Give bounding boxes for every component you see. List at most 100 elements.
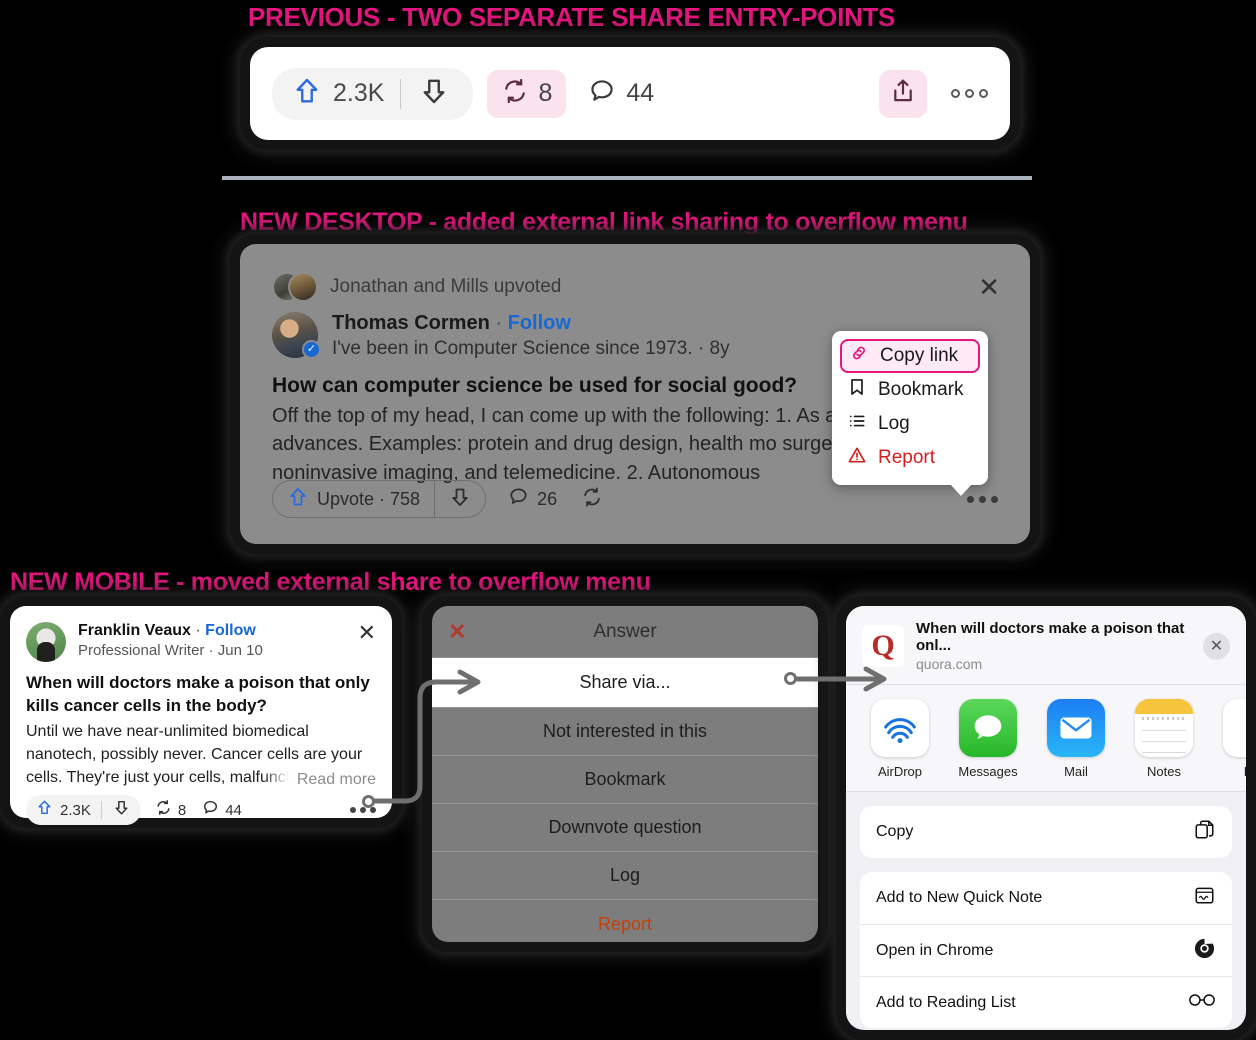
downvote-arrow-icon bbox=[113, 799, 130, 821]
share-target-label: AirDrop bbox=[877, 764, 923, 779]
author-bio: I've been in Computer Science since 1973… bbox=[332, 338, 730, 359]
upvote-button[interactable]: 2.3K bbox=[278, 68, 400, 120]
upvote-button[interactable]: Upvote · 758 bbox=[273, 486, 434, 513]
mobile-overflow-menu-card: ✕ Answer Share via... Not interested in … bbox=[432, 606, 818, 942]
share-target-label: Mail bbox=[1064, 764, 1088, 779]
close-icon[interactable]: ✕ bbox=[1203, 632, 1230, 660]
menu-item-not-interested[interactable]: Not interested in this bbox=[432, 708, 818, 756]
more-horizontal-icon[interactable] bbox=[967, 495, 998, 503]
share-target-label: Notes bbox=[1147, 764, 1181, 779]
heading-previous: PREVIOUS - TWO SEPARATE SHARE ENTRY-POIN… bbox=[248, 2, 896, 32]
upvote-arrow-icon bbox=[287, 486, 309, 513]
comment-button[interactable]: 44 bbox=[588, 77, 654, 110]
share-action-open-in-chrome[interactable]: Open in Chrome bbox=[860, 924, 1232, 976]
repost-count: 8 bbox=[177, 801, 187, 819]
repost-button[interactable] bbox=[581, 486, 603, 513]
downvote-button[interactable] bbox=[102, 799, 141, 821]
vote-pill: 2.3K bbox=[272, 67, 474, 120]
downvote-button[interactable] bbox=[401, 76, 467, 111]
dot bbox=[370, 807, 376, 814]
share-target-reminders[interactable]: Re bbox=[1216, 699, 1246, 779]
close-icon[interactable]: ✕ bbox=[358, 622, 376, 644]
more-horizontal-icon[interactable] bbox=[350, 807, 376, 814]
mail-icon bbox=[1047, 699, 1105, 757]
author-name[interactable]: Thomas Cormen bbox=[332, 312, 490, 334]
menu-item-bookmark[interactable]: Bookmark bbox=[840, 373, 980, 407]
share-target-mail[interactable]: Mail bbox=[1040, 699, 1112, 779]
repost-button[interactable]: 8 bbox=[487, 69, 567, 118]
share-action-label: Copy bbox=[876, 823, 914, 840]
menu-item-label: Copy link bbox=[880, 345, 959, 366]
menu-item-label: Report bbox=[878, 447, 936, 468]
menu-item-label: Bookmark bbox=[878, 379, 964, 400]
dot bbox=[991, 495, 998, 503]
dot bbox=[951, 89, 960, 98]
copy-documents-icon bbox=[1193, 818, 1216, 846]
menu-item-bookmark[interactable]: Bookmark bbox=[432, 756, 818, 804]
share-target-messages[interactable]: Messages bbox=[952, 699, 1024, 779]
follow-link[interactable]: Follow bbox=[205, 622, 256, 639]
dot bbox=[979, 89, 988, 98]
list-icon bbox=[847, 411, 867, 437]
menu-item-log[interactable]: Log bbox=[432, 852, 818, 900]
bookmark-icon bbox=[847, 377, 867, 403]
share-button[interactable] bbox=[879, 69, 927, 118]
repost-cycle-icon bbox=[501, 77, 529, 110]
close-icon[interactable]: ✕ bbox=[448, 619, 466, 645]
author-name[interactable]: Franklin Veaux bbox=[78, 622, 191, 639]
desktop-action-bar: Upvote · 758 26 bbox=[272, 480, 998, 518]
repost-button[interactable]: 8 bbox=[155, 799, 186, 821]
menu-item-report[interactable]: Report bbox=[432, 900, 818, 942]
upvote-arrow-icon bbox=[36, 799, 53, 821]
upvote-button[interactable]: 2.3K bbox=[26, 799, 101, 821]
share-action-copy[interactable]: Copy bbox=[860, 806, 1232, 858]
menu-item-copy-link[interactable]: Copy link bbox=[840, 339, 980, 373]
upvote-arrow-icon bbox=[292, 76, 322, 111]
comment-count: 44 bbox=[225, 801, 242, 819]
author-name-line: Thomas Cormen · Follow bbox=[332, 312, 730, 335]
share-target-airdrop[interactable]: AirDrop bbox=[864, 699, 936, 779]
comment-button[interactable]: 26 bbox=[508, 486, 557, 512]
follow-link[interactable]: Follow bbox=[508, 312, 571, 334]
menu-item-share-via[interactable]: Share via... bbox=[432, 658, 818, 708]
menu-item-report[interactable]: Report bbox=[840, 441, 980, 475]
share-action-list-primary: Copy bbox=[860, 806, 1232, 858]
comment-count: 44 bbox=[626, 79, 655, 107]
share-action-label: Add to Reading List bbox=[876, 993, 1016, 1011]
vote-pill: 2.3K bbox=[26, 795, 141, 826]
share-action-list-secondary: Add to New Quick Note Open in Chrome Add… bbox=[860, 872, 1232, 1028]
dot bbox=[360, 807, 366, 814]
mobile-author-row: Franklin Veaux · Follow Professional Wri… bbox=[26, 622, 376, 662]
menu-item-log[interactable]: Log bbox=[840, 407, 980, 441]
dot bbox=[965, 89, 974, 98]
avatar[interactable] bbox=[26, 622, 66, 662]
ios-share-sheet-card: Q When will doctors make a poison that o… bbox=[846, 606, 1246, 1030]
menu-title: Answer bbox=[593, 620, 657, 642]
poster-canvas: PREVIOUS - TWO SEPARATE SHARE ENTRY-POIN… bbox=[0, 0, 1256, 1040]
share-sheet-title: When will doctors make a poison that onl… bbox=[916, 620, 1185, 654]
separator: · bbox=[195, 622, 201, 639]
popover-tail bbox=[950, 484, 972, 496]
share-action-quick-note[interactable]: Add to New Quick Note bbox=[860, 872, 1232, 924]
downvote-button[interactable] bbox=[435, 486, 485, 513]
airdrop-icon bbox=[871, 699, 929, 757]
downvote-arrow-icon bbox=[419, 76, 449, 111]
avatar[interactable]: ✓ bbox=[272, 312, 321, 359]
share-action-reading-list[interactable]: Add to Reading List bbox=[860, 976, 1232, 1028]
more-horizontal-icon[interactable] bbox=[951, 89, 988, 98]
notes-icon bbox=[1135, 699, 1193, 757]
heading-new-desktop: NEW DESKTOP - added external link sharin… bbox=[240, 208, 968, 236]
avatar bbox=[288, 272, 318, 302]
upvote-label: Upvote · 758 bbox=[317, 488, 421, 509]
close-icon[interactable]: ✕ bbox=[978, 274, 1000, 300]
mobile-author-info: Franklin Veaux · Follow Professional Wri… bbox=[78, 622, 263, 659]
dot bbox=[979, 495, 986, 503]
read-more-link[interactable]: Read more bbox=[262, 768, 376, 792]
connector-knob bbox=[362, 795, 375, 808]
share-target-notes[interactable]: Notes bbox=[1128, 699, 1200, 779]
comment-button[interactable]: 44 bbox=[202, 799, 242, 821]
warning-triangle-icon bbox=[847, 445, 867, 471]
menu-item-downvote-question[interactable]: Downvote question bbox=[432, 804, 818, 852]
question-title[interactable]: When will doctors make a poison that onl… bbox=[26, 672, 376, 717]
vote-pill: Upvote · 758 bbox=[272, 480, 487, 518]
